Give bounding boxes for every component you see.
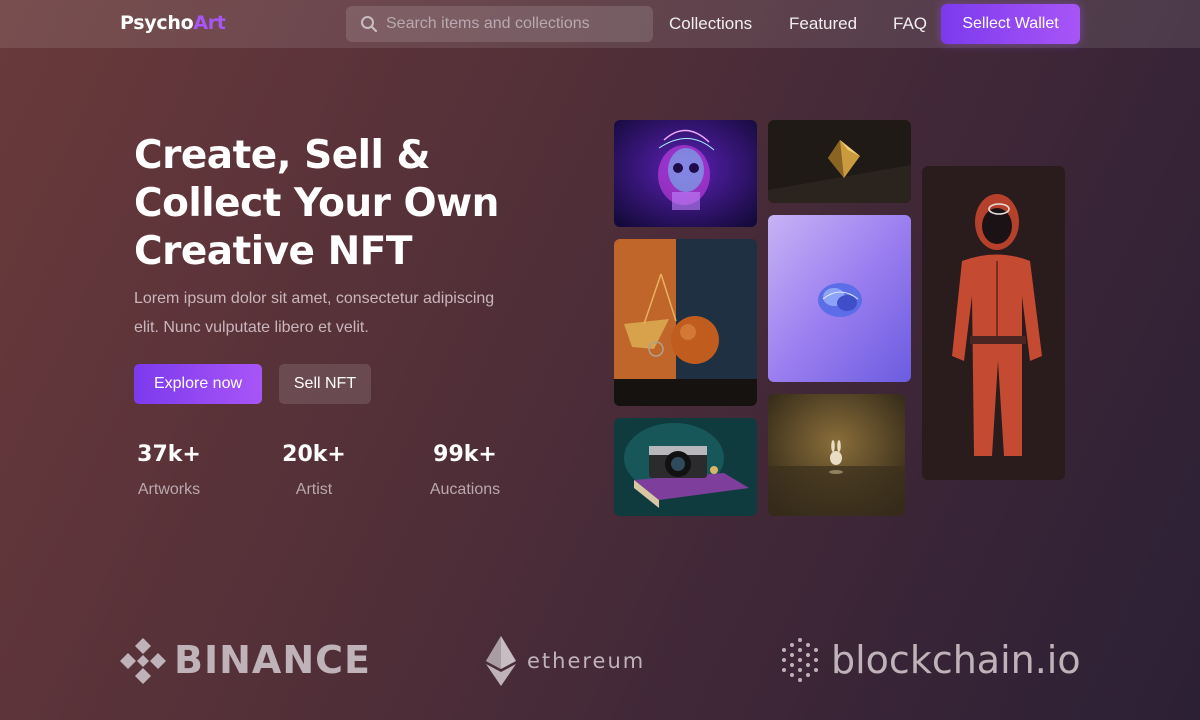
ethereum-logo-icon (486, 636, 516, 686)
partner-blockchain[interactable]: blockchain.io (779, 636, 1081, 684)
nft-image-brain-render[interactable] (768, 215, 911, 382)
logo-text-accent: Art (193, 12, 226, 34)
stat-label: Aucations (429, 481, 501, 498)
hero-title: Create, Sell & Collect Your Own Creative… (134, 132, 554, 276)
stat-value: 37k+ (137, 442, 201, 467)
partner-ethereum[interactable]: ethereum (485, 636, 645, 686)
binance-logo-icon (120, 638, 166, 684)
hero-title-line-3: Creative NFT (134, 229, 412, 274)
stat-label: Artworks (137, 481, 201, 498)
search-input[interactable] (386, 15, 646, 33)
hero-title-line-2: Collect Your Own (134, 181, 499, 226)
search-icon (361, 16, 378, 33)
blockchain-logo-icon (782, 638, 818, 682)
nft-image-abstract-sphere[interactable] (614, 239, 757, 406)
top-navbar: PsychoArt Collections Featured FAQ Selle… (0, 0, 1200, 48)
partner-name: blockchain.io (831, 638, 1081, 682)
select-wallet-button[interactable]: Sellect Wallet (941, 4, 1080, 44)
partner-name: BINANCE (174, 638, 371, 682)
nft-image-red-jumpsuit-figure[interactable] (922, 166, 1065, 480)
nav-link-collections[interactable]: Collections (669, 14, 752, 34)
nav-link-featured[interactable]: Featured (789, 14, 857, 34)
stat-value: 99k+ (433, 442, 497, 467)
nft-image-holographic-skull[interactable] (614, 120, 757, 227)
nft-image-camera-on-book[interactable] (614, 418, 757, 516)
partner-name: ethereum (527, 649, 646, 673)
hero-description: Lorem ipsum dolor sit amet, consectetur … (134, 290, 495, 336)
partner-binance[interactable]: BINANCE (120, 636, 371, 684)
sell-nft-button[interactable]: Sell NFT (279, 364, 371, 404)
logo-text-main: Psycho (120, 12, 194, 34)
search-bar (346, 6, 653, 42)
stat-artists: 20k+ Artist (279, 442, 349, 499)
nft-image-golden-diamond[interactable] (768, 120, 911, 203)
explore-now-button[interactable]: Explore now (134, 364, 262, 404)
nft-image-bunny-figurine[interactable] (768, 394, 905, 516)
stat-value: 20k+ (282, 442, 346, 467)
hero-title-line-1: Create, Sell & (134, 133, 430, 178)
nav-link-faq[interactable]: FAQ (893, 14, 927, 34)
stat-label: Artist (295, 481, 333, 498)
site-logo[interactable]: PsychoArt (120, 12, 226, 34)
stat-artworks: 37k+ Artworks (134, 442, 204, 499)
stat-auctions: 99k+ Aucations (422, 442, 508, 499)
